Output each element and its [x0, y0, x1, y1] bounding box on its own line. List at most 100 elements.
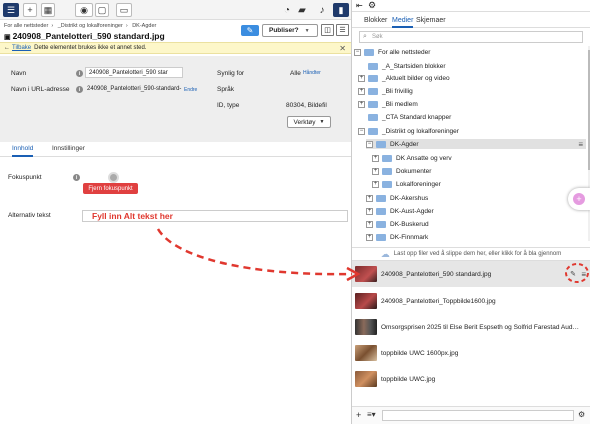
- tree-node[interactable]: _A_Startsiden blokker: [368, 61, 446, 71]
- tree-node[interactable]: + DK-Buskerud: [366, 219, 429, 229]
- tree-node[interactable]: − For alle nettsteder: [354, 47, 430, 57]
- back-arrow-icon: ←: [4, 45, 10, 51]
- media-tree: − For alle nettsteder _A_Startsiden blokk…: [352, 46, 590, 246]
- back-link[interactable]: Tilbake: [12, 45, 31, 51]
- page-title: ▣ 240908_Pantelotteri_590 standard.jpg: [4, 31, 165, 41]
- visible-for-label: Synlig for: [217, 70, 245, 77]
- media-item[interactable]: toppbilde UWC.jpg: [352, 366, 590, 392]
- breadcrumb: For alle nettsteder › _Distrikt og lokalf…: [4, 23, 157, 29]
- tree-node[interactable]: + _Bli medlem: [358, 99, 418, 109]
- tools-dropdown[interactable]: Verktøy ▼: [287, 116, 331, 128]
- menu-icon[interactable]: ☰: [3, 3, 19, 17]
- search-input[interactable]: ⌕ Søk: [359, 31, 583, 43]
- publish-button[interactable]: Publiser? ▼: [262, 24, 318, 37]
- focus-point-marker[interactable]: [108, 172, 119, 183]
- tree-node[interactable]: + DK-Finnmark: [366, 232, 428, 242]
- notice-message: Dette elementet brukes ikke et annet ste…: [34, 45, 147, 51]
- image-file-icon: ▣: [4, 34, 13, 41]
- publish-label: Publiser?: [269, 27, 299, 34]
- alt-text-annotation: Fyll inn Alt tekst her: [92, 211, 173, 221]
- remove-focus-point-button[interactable]: Fjern fokuspunkt: [83, 183, 138, 194]
- tree-node[interactable]: + Lokalforeninger: [372, 179, 441, 189]
- pin-icon[interactable]: ⇤: [356, 1, 363, 10]
- visible-for-value: Alle: [290, 70, 301, 77]
- manage-access-link[interactable]: Håndter: [303, 70, 321, 76]
- media-item[interactable]: 240908_Pantelotteri_590 standard.jpg ✎ ≡: [352, 261, 590, 287]
- add-icon[interactable]: +: [356, 410, 361, 420]
- context-menu-icon[interactable]: ≡: [581, 270, 586, 279]
- tree-node[interactable]: + DK Ansatte og verv: [372, 153, 452, 163]
- edit-button[interactable]: ✎: [241, 25, 259, 36]
- preview-icon[interactable]: ◉: [75, 3, 93, 17]
- tree-node[interactable]: + DK-Akershus: [366, 193, 428, 203]
- tab-content[interactable]: Innhold: [12, 145, 34, 157]
- breadcrumb-item[interactable]: DK-Agder: [132, 23, 156, 29]
- chevron-down-icon: ▼: [304, 27, 310, 34]
- tree-node-selected[interactable]: − DK-Agder ≡: [366, 139, 586, 149]
- media-thumbnail: [355, 293, 377, 309]
- list-menu-icon[interactable]: ≡▾: [367, 410, 376, 419]
- url-name-value: 240908_Pantelotteri_590-standard-: [87, 86, 182, 92]
- change-url-link[interactable]: Endre: [184, 87, 197, 93]
- search-placeholder: Søk: [372, 34, 383, 40]
- media-thumbnail: [355, 266, 377, 282]
- search-icon: ⌕: [363, 33, 367, 40]
- media-item-name: toppbilde UWC.jpg: [381, 375, 436, 383]
- upload-dropzone[interactable]: ☁ Last opp filer ved å slippe dem her, e…: [352, 247, 590, 261]
- context-menu-icon[interactable]: ≡: [578, 140, 583, 149]
- breadcrumb-item[interactable]: _Distrikt og lokalforeninger: [58, 23, 123, 29]
- notifications-icon[interactable]: ◔: [281, 4, 293, 16]
- device-icon[interactable]: ▭: [116, 3, 132, 17]
- tree-node[interactable]: + Dokumenter: [372, 166, 431, 176]
- tree-node[interactable]: + _Aktuelt bilder og video: [358, 73, 450, 83]
- split-view-icon[interactable]: ◫: [321, 24, 334, 36]
- compare-icon[interactable]: ▢: [95, 3, 109, 17]
- media-thumbnail: [355, 319, 377, 335]
- assets-panel-header: ⇤ ⚙: [352, 0, 590, 12]
- media-item[interactable]: toppbilde UWC 1600px.jpg: [352, 340, 590, 366]
- info-icon[interactable]: i: [73, 174, 80, 181]
- info-icon[interactable]: i: [76, 86, 83, 93]
- list-view-icon[interactable]: ☰: [336, 24, 349, 36]
- footer-filter-input[interactable]: [382, 410, 574, 421]
- add-icon[interactable]: +: [23, 3, 37, 17]
- tab-forms[interactable]: Skjemaer: [416, 17, 446, 24]
- annotation-dashed-arrow: [156, 228, 353, 276]
- gear-icon[interactable]: ⚙: [578, 410, 585, 419]
- media-item[interactable]: Omsorgsprisen 2025 til Else Berit Espset…: [352, 314, 590, 340]
- pencil-icon[interactable]: ✎: [570, 270, 576, 278]
- chevron-down-icon: ▼: [319, 119, 325, 125]
- assets-panel-icon[interactable]: ▮: [333, 3, 349, 17]
- tools-label: Verktøy: [293, 118, 316, 126]
- media-item-name: 240908_Pantelotteri_Toppbilde1600.jpg: [381, 297, 496, 305]
- tree-node[interactable]: + DK-Aust-Agder: [366, 206, 434, 216]
- media-item-name: toppbilde UWC 1600px.jpg: [381, 349, 459, 357]
- name-label: Navn: [11, 70, 27, 77]
- comment-icon[interactable]: ▰: [296, 4, 308, 16]
- tree-node[interactable]: − _Distrikt og lokalforeninger: [358, 126, 459, 136]
- tree-node[interactable]: _CTA Standard knapper: [368, 112, 451, 122]
- media-item[interactable]: 240908_Pantelotteri_Toppbilde1600.jpg: [352, 288, 590, 314]
- plus-icon: +: [573, 193, 585, 205]
- alt-text-label: Alternativ tekst: [8, 212, 51, 219]
- gear-icon[interactable]: ⚙: [368, 0, 376, 11]
- breadcrumb-item[interactable]: For alle nettsteder: [4, 23, 48, 29]
- name-field[interactable]: 240908_Pantelotteri_590 star: [85, 67, 183, 78]
- floating-add-button[interactable]: +: [568, 188, 590, 210]
- close-icon[interactable]: ✕: [339, 44, 346, 53]
- grid-icon[interactable]: ▦: [41, 3, 55, 17]
- tab-settings[interactable]: Innstillinger: [52, 145, 85, 152]
- info-icon[interactable]: i: [76, 70, 83, 77]
- tree-node[interactable]: + _Bli frivillig: [358, 86, 413, 96]
- content-tabs: Innhold Innstillinger: [0, 143, 351, 157]
- tab-media[interactable]: Medier: [392, 17, 414, 28]
- bell-icon[interactable]: ♪: [316, 4, 328, 16]
- focus-point-label: Fokuspunkt: [8, 174, 42, 181]
- top-toolbar: ☰ + ▦ ◉ ▢ ▭ ◔ ▰ ♪ ▮: [0, 0, 351, 20]
- notice-bar: ← Tilbake Dette elementet brukes ikke et…: [0, 42, 351, 54]
- cloud-upload-icon: ☁: [380, 248, 390, 259]
- tab-blocks[interactable]: Blokker: [364, 17, 387, 24]
- media-thumbnail: [355, 371, 377, 387]
- id-type-value: 80304, Bildefil: [286, 102, 327, 109]
- language-label: Språk: [217, 86, 234, 93]
